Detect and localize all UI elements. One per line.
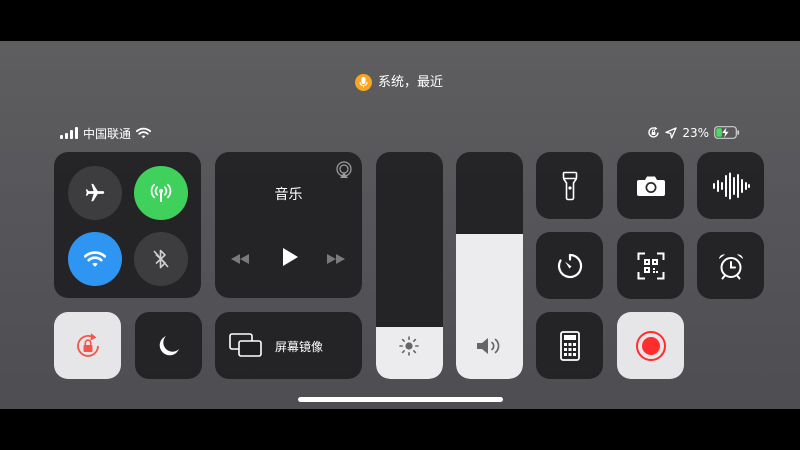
signal-bars-icon	[60, 127, 78, 139]
home-indicator[interactable]	[298, 397, 503, 402]
rotation-lock-toggle[interactable]	[54, 312, 121, 379]
qr-scanner-icon	[637, 252, 664, 279]
rotation-lock-icon	[76, 332, 99, 357]
speaker-icon	[475, 335, 505, 361]
carrier-name: 中国联通	[83, 126, 132, 141]
wifi-icon	[84, 251, 106, 267]
flashlight-button[interactable]	[536, 152, 603, 219]
screen-mirroring-icon	[229, 333, 263, 361]
screen-mirroring-label: 屏幕镜像	[275, 340, 324, 354]
cellular-data-toggle[interactable]	[134, 166, 188, 220]
timer-icon	[557, 253, 582, 278]
calculator-button[interactable]	[536, 312, 603, 379]
screen-record-button[interactable]	[617, 312, 684, 379]
wifi-icon	[135, 124, 152, 143]
alarm-button[interactable]	[697, 232, 764, 299]
airplane-icon	[85, 183, 105, 202]
timer-button[interactable]	[536, 232, 603, 299]
location-arrow-icon	[665, 124, 677, 143]
qr-scanner-button[interactable]	[617, 232, 684, 299]
music-title: 音乐	[274, 187, 303, 203]
connectivity-panel	[54, 152, 201, 298]
voice-memo-icon	[712, 172, 750, 199]
previous-track-icon[interactable]	[230, 250, 250, 269]
microphone-indicator-icon	[355, 74, 372, 91]
sun-icon	[398, 335, 420, 361]
screen-record-icon	[635, 330, 666, 361]
calculator-icon	[559, 330, 580, 361]
music-panel[interactable]: 音乐	[215, 152, 362, 298]
camera-button[interactable]	[617, 152, 684, 219]
moon-icon	[159, 335, 179, 355]
battery-percentage: 23%	[682, 126, 709, 140]
brightness-slider[interactable]	[376, 152, 443, 379]
camera-icon	[636, 176, 665, 196]
status-bar-left: 中国联通	[60, 124, 152, 143]
airplay-icon[interactable]	[335, 161, 353, 183]
battery-charging-icon	[714, 124, 740, 143]
status-bar-right: 23%	[647, 125, 740, 141]
control-center: 系统，最近 中国联通 23% 音乐 屏幕镜像	[0, 41, 800, 409]
bluetooth-toggle[interactable]	[134, 232, 188, 286]
alarm-icon	[718, 253, 743, 279]
airplane-mode-toggle[interactable]	[68, 166, 122, 220]
next-track-icon[interactable]	[326, 250, 346, 269]
volume-slider[interactable]	[456, 152, 523, 379]
microphone-usage-label: 系统，最近	[378, 75, 444, 90]
screen-mirroring-button[interactable]: 屏幕镜像	[215, 312, 362, 379]
play-icon[interactable]	[281, 247, 299, 271]
voice-memo-button[interactable]	[697, 152, 764, 219]
flashlight-icon	[562, 171, 577, 200]
cellular-antenna-icon	[150, 183, 172, 202]
orientation-lock-icon	[647, 124, 660, 143]
do-not-disturb-toggle[interactable]	[135, 312, 202, 379]
bluetooth-off-icon	[153, 249, 169, 269]
wifi-toggle[interactable]	[68, 232, 122, 286]
